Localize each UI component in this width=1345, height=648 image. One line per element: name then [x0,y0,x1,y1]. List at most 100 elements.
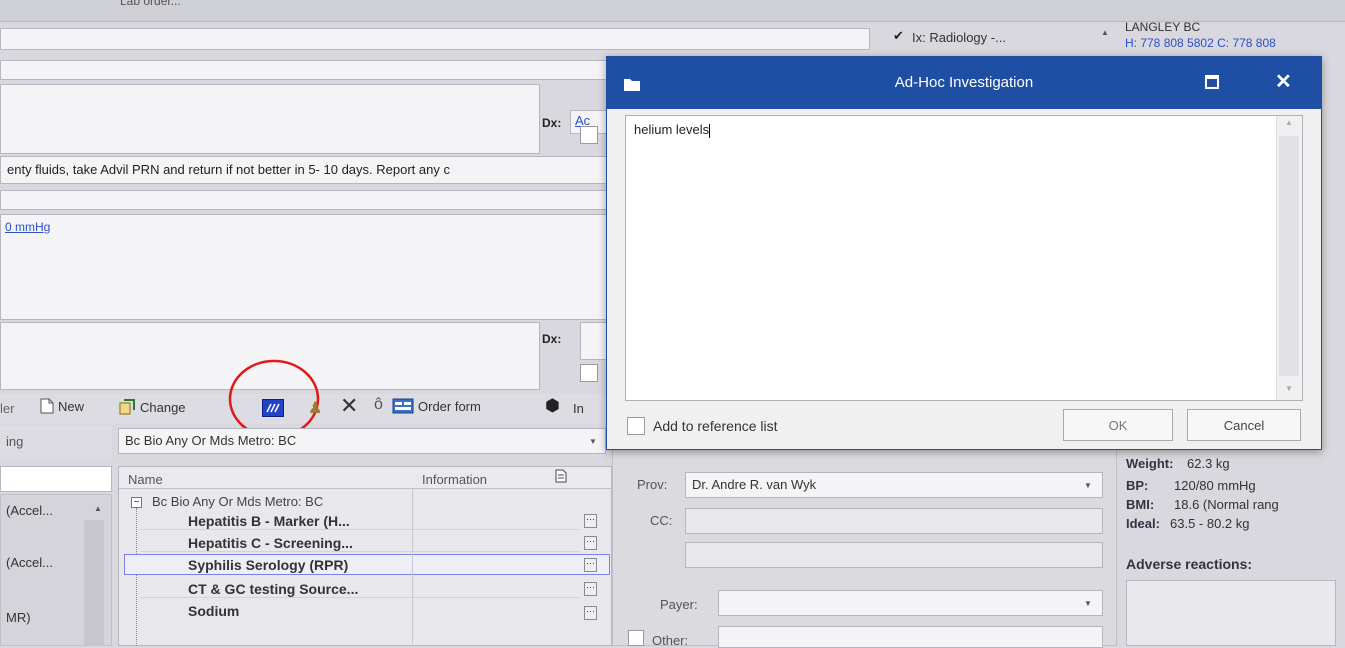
table-row[interactable]: Hepatitis C - Screening... [140,532,580,552]
lab-dropdown[interactable]: Bc Bio Any Or Mds Metro: BC [118,428,606,454]
investigation-checkmark-icon: ✔ [893,28,904,43]
adverse-reactions-field[interactable] [1126,580,1336,646]
person-add-icon[interactable]: ♟ [308,398,322,418]
plan-field[interactable]: enty fluids, take Advil PRN and return i… [0,156,610,184]
notes-area-1[interactable] [0,84,540,154]
dx-checkbox-2[interactable] [580,364,598,382]
change-button-label: Change [140,399,186,415]
left-list-item-3[interactable]: MR) [6,610,31,625]
text-cursor [709,123,711,138]
table-row[interactable]: Hepatitis B - Marker (H... [140,510,580,530]
row-options-button[interactable]: ··· [584,606,597,620]
lab-fragment[interactable]: ler [0,401,14,416]
change-button[interactable]: Change [118,398,186,416]
table-row[interactable]: Sodium [140,600,580,620]
ideal-label: Ideal: [1126,516,1160,531]
change-icon [119,399,135,415]
order-form-label: Order form [418,398,481,414]
cc-label: CC: [650,513,673,528]
investigation-textarea[interactable]: helium levels ▲ ▼ [625,115,1303,401]
left-list-item-2[interactable]: (Accel... [6,555,53,570]
lab-dropdown-value: Bc Bio Any Or Mds Metro: BC [125,433,297,448]
bmi-value: 18.6 (Normal rang [1174,497,1279,512]
lab-list-header [119,467,611,489]
field-row-4[interactable] [0,190,610,210]
row-options-button[interactable]: ··· [584,514,597,528]
scrollbar-thumb[interactable] [1279,136,1299,376]
tree-connector [136,508,137,646]
new-button[interactable]: New [40,398,84,414]
maximize-icon[interactable] [1205,75,1219,89]
column-header-name[interactable]: Name [128,472,163,487]
lab-test-name: Syphilis Serology (RPR) [188,557,349,573]
collapse-group-icon[interactable]: − [131,497,142,508]
cc-field-1[interactable] [685,508,1103,534]
left-list-item-1[interactable]: (Accel... [6,503,53,518]
delete-icon[interactable]: ✕ [340,395,358,417]
scroll-up-icon[interactable]: ▲ [1285,118,1293,127]
weight-label: Weight: [1126,456,1174,471]
chevron-down-icon[interactable]: ▼ [1081,596,1095,610]
row-options-button[interactable]: ··· [584,536,597,550]
chevron-down-icon[interactable]: ▼ [586,434,600,448]
scroll-up-icon[interactable]: ▲ [94,504,102,513]
ideal-value: 63.5 - 80.2 kg [1170,516,1250,531]
order-form-button[interactable]: Order form [392,398,481,414]
left-panel-search[interactable] [0,466,112,492]
other-field[interactable] [718,626,1103,648]
lab-test-name: CT & GC testing Source... [188,581,359,597]
table-row[interactable]: CT & GC testing Source... [140,578,580,598]
scroll-down-icon[interactable]: ▼ [1285,384,1293,393]
payer-select[interactable] [718,590,1103,616]
vitals-bp-link[interactable]: 0 mmHg [5,220,50,234]
add-to-reference-label[interactable]: Add to reference list [653,418,778,434]
toolbar-in-fragment[interactable]: In [573,401,584,416]
weight-value: 62.3 kg [1187,456,1230,471]
adhoc-investigation-dialog: Ad-Hoc Investigation ✕ helium levels ▲ ▼… [606,56,1322,450]
investigation-item[interactable]: Ix: Radiology -... [912,30,1006,45]
document-icon [555,469,567,486]
bmi-label: BMI: [1126,497,1155,512]
chevron-down-icon[interactable]: ▼ [1081,478,1095,492]
lab-test-name: Hepatitis B - Marker (H... [188,513,350,529]
scroll-up-icon[interactable]: ▲ [1098,28,1112,42]
dx-label-1: Dx: [542,116,562,130]
adverse-reactions-label: Adverse reactions: [1126,556,1253,572]
order-form-icon [392,398,414,414]
cc-field-2[interactable] [685,542,1103,568]
dx-label-2: Dx: [542,332,562,346]
lab-group-label: Bc Bio Any Or Mds Metro: BC [152,494,324,509]
column-header-information[interactable]: Information [422,472,487,487]
prov-label: Prov: [637,477,668,492]
top-toolbar-strip [0,0,1345,22]
info-column-divider [412,489,413,646]
field-row-2[interactable] [0,60,610,80]
notes-area-2[interactable]: 0 mmHg [0,214,610,320]
patient-phone: H: 778 808 5802 C: 778 808 [1125,36,1276,50]
cube-icon[interactable]: ⬢ [545,396,560,416]
top-toolbar-fragment: Lab order... [120,0,181,8]
bp-label: BP: [1126,478,1149,493]
reason-field[interactable] [0,28,870,50]
patient-location: LANGLEY BC [1125,20,1201,34]
plan-text: enty fluids, take Advil PRN and return i… [7,162,450,177]
dialog-titlebar[interactable]: Ad-Hoc Investigation ✕ [607,57,1321,109]
left-list-scrollbar[interactable] [84,520,104,646]
close-icon[interactable]: ✕ [1275,69,1292,94]
investigation-text: helium levels [634,122,710,137]
other-checkbox[interactable] [628,630,644,646]
cancel-button[interactable]: Cancel [1187,409,1301,441]
row-options-button[interactable]: ··· [584,582,597,596]
specimen-icon[interactable]: ô [374,396,383,414]
new-button-label: New [58,398,85,414]
dx-checkbox-1[interactable] [580,126,598,144]
textarea-scrollbar[interactable]: ▲ ▼ [1276,116,1302,400]
payer-label: Payer: [660,597,698,612]
add-to-reference-checkbox[interactable] [627,417,645,435]
left-panel-header: ing [0,426,112,460]
table-row-selected[interactable]: Syphilis Serology (RPR) [124,554,610,575]
prov-select[interactable]: Dr. Andre R. van Wyk [685,472,1103,498]
row-options-button[interactable]: ··· [584,558,597,572]
ok-button[interactable]: OK [1063,409,1173,441]
prov-value: Dr. Andre R. van Wyk [692,477,817,492]
